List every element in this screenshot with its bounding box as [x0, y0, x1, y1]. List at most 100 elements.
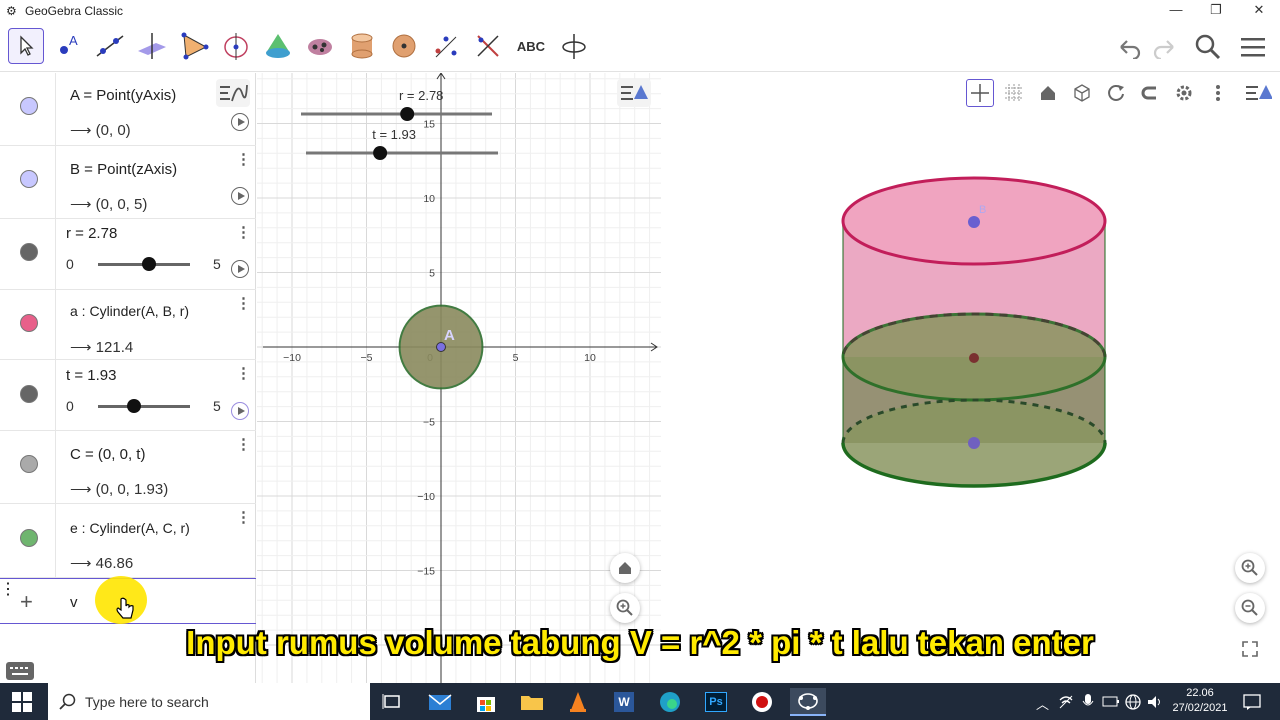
visibility-toggle[interactable] [20, 243, 38, 261]
vlc-app[interactable] [560, 688, 596, 716]
rotate-view-button[interactable] [1102, 79, 1130, 107]
taskbar-clock[interactable]: 22.06 27/02/2021 [1172, 686, 1228, 716]
standard-view-button[interactable] [1034, 79, 1062, 107]
battery-icon[interactable] [1102, 695, 1120, 709]
store-app[interactable] [468, 688, 504, 716]
perpendicular-tool[interactable] [134, 28, 170, 64]
toggle-style-bar-button[interactable] [1244, 79, 1272, 107]
graphics-canvas[interactable]: −10−5051015105−5−10−15Ar = 2.78t = 1.93 [257, 73, 661, 683]
definition-text: A = Point(yAxis) [70, 87, 177, 104]
undo-button[interactable] [1114, 32, 1144, 62]
more-options-icon[interactable]: ⋮ [236, 223, 251, 241]
mail-app[interactable] [422, 688, 458, 716]
play-animation-button[interactable] [231, 260, 249, 278]
graphics-view[interactable]: −10−5051015105−5−10−15Ar = 2.78t = 1.93 [257, 73, 661, 683]
algebra-input-field[interactable]: v [70, 594, 78, 611]
point-c[interactable] [969, 353, 979, 363]
edge-app[interactable] [652, 688, 688, 716]
play-animation-button[interactable] [231, 187, 249, 205]
text-tool[interactable]: ABC [513, 28, 549, 64]
visibility-toggle[interactable] [20, 314, 38, 332]
more-options-icon[interactable]: ⋮ [236, 508, 251, 526]
slider-track[interactable] [98, 405, 190, 408]
value-text: ⟶ 46.86 [70, 555, 134, 572]
intersect-tool[interactable] [302, 28, 338, 64]
minimize-button[interactable]: — [1163, 2, 1189, 20]
projection-button[interactable] [1136, 79, 1164, 107]
search-button[interactable] [1193, 32, 1223, 62]
virtual-keyboard-button[interactable] [6, 662, 34, 680]
redo-button[interactable] [1150, 32, 1180, 62]
taskbar-search-box[interactable]: Type here to search [48, 683, 370, 720]
file-explorer-app[interactable] [514, 688, 550, 716]
show-grid-button[interactable] [1000, 79, 1028, 107]
main-toolbar: A ABC [0, 22, 1280, 72]
zoom-out-3d-button[interactable] [1235, 593, 1265, 623]
zoom-in-button[interactable] [610, 593, 640, 623]
reflect-tool[interactable] [470, 28, 506, 64]
polygon-tool[interactable] [176, 28, 212, 64]
show-axes-button[interactable] [966, 79, 994, 107]
slider-knob[interactable] [142, 257, 157, 271]
edge-icon [660, 692, 680, 712]
word-app[interactable]: W [606, 688, 642, 716]
show-hidden-icons-icon[interactable]: ︿ [1036, 694, 1049, 713]
slider-t-knob[interactable] [373, 146, 388, 160]
visibility-toggle[interactable] [20, 455, 38, 473]
algebra-row-a-cylinder[interactable]: a : Cylinder(A, B, r) ⟶ 121.4 ⋮ [0, 290, 256, 360]
main-menu-button[interactable] [1238, 32, 1268, 62]
visibility-toggle[interactable] [20, 97, 38, 115]
notification-center-icon[interactable] [1243, 693, 1261, 711]
slider-r-knob[interactable] [400, 107, 415, 121]
algebra-row-a-point[interactable]: A = Point(yAxis) ⟶ (0, 0) [0, 73, 256, 146]
sphere-tool[interactable] [386, 28, 422, 64]
clipping-box-button[interactable] [1068, 79, 1096, 107]
circle-tool[interactable] [218, 28, 254, 64]
settings-button[interactable] [1170, 79, 1198, 107]
more-options-icon[interactable]: ⋮ [236, 150, 251, 168]
network-off-icon[interactable] [1058, 694, 1074, 710]
point-tool[interactable]: A [50, 28, 86, 64]
play-animation-button[interactable] [231, 113, 249, 131]
graphics-style-bar-button[interactable] [617, 79, 651, 107]
algebra-view: A = Point(yAxis) ⟶ (0, 0) B = Point(zAxi… [0, 73, 256, 683]
algebra-row-r-slider[interactable]: r = 2.78 0 5 ⋮ [0, 219, 256, 290]
play-animation-button[interactable] [231, 402, 249, 420]
close-button[interactable]: ✕ [1246, 2, 1272, 20]
rotate-view-tool[interactable] [556, 28, 592, 64]
algebra-row-t-slider[interactable]: t = 1.93 0 5 ⋮ [0, 360, 256, 431]
point-b[interactable] [968, 216, 980, 228]
graphics-3d-canvas[interactable]: B [662, 73, 1280, 683]
move-tool[interactable] [8, 28, 44, 64]
visibility-toggle[interactable] [20, 529, 38, 547]
more-options-icon[interactable]: ⋮ [236, 364, 251, 382]
point-a-3d[interactable] [968, 437, 980, 449]
more-3d-options-button[interactable] [1204, 79, 1232, 107]
more-options-icon[interactable]: ⋮ [236, 294, 251, 312]
globe-icon[interactable] [1124, 693, 1142, 711]
more-options-icon[interactable]: ⋮ [236, 435, 251, 453]
algebra-row-c-point[interactable]: C = (0, 0, t) ⟶ (0, 0, 1.93) ⋮ [0, 431, 256, 504]
graphics-3d-view[interactable]: B [662, 73, 1280, 683]
rotate-tool[interactable] [428, 28, 464, 64]
zoom-in-3d-button[interactable] [1235, 553, 1265, 583]
geogebra-taskbar-app[interactable] [790, 688, 826, 716]
home-view-button[interactable] [610, 553, 640, 583]
add-item-button[interactable]: + [20, 589, 33, 615]
visibility-toggle[interactable] [20, 385, 38, 403]
slider-knob[interactable] [126, 399, 141, 413]
algebra-row-b-point[interactable]: B = Point(zAxis) ⟶ (0, 0, 5) ⋮ [0, 146, 256, 219]
photoshop-app[interactable]: Ps [698, 688, 734, 716]
visibility-toggle[interactable] [20, 170, 38, 188]
microphone-icon[interactable] [1082, 693, 1094, 711]
cylinder-tool[interactable] [344, 28, 380, 64]
cone-tool[interactable] [260, 28, 296, 64]
recorder-app[interactable] [744, 688, 780, 716]
algebra-row-e-cylinder[interactable]: e : Cylinder(A, C, r) ⟶ 46.86 ⋮ [0, 504, 256, 578]
line-tool[interactable] [92, 28, 128, 64]
restore-button[interactable]: ❐ [1203, 2, 1229, 20]
windows-start-icon[interactable] [12, 692, 32, 712]
task-view-button[interactable] [374, 688, 410, 716]
point-a-label: A [444, 327, 455, 344]
volume-icon[interactable] [1146, 693, 1164, 711]
